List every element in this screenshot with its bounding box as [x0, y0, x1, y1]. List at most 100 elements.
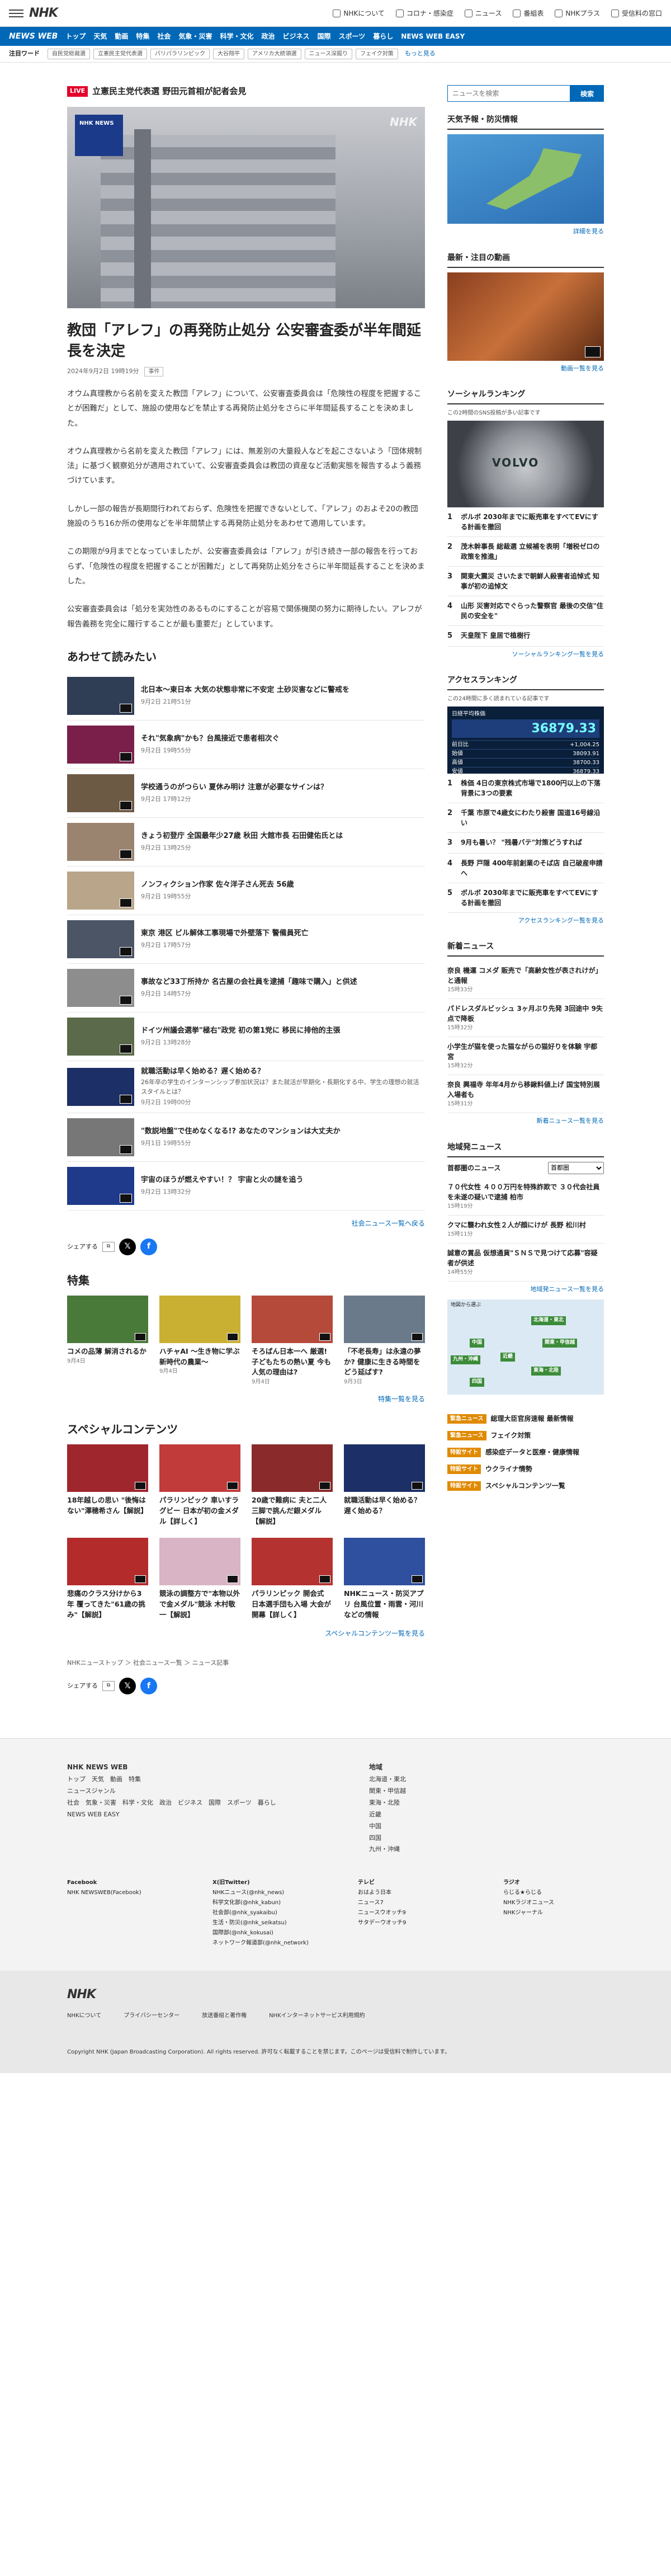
stock-image[interactable]: 日経平均株価 36879.33 前日比 +1,004.25 始値 38093.91 高値…: [447, 707, 604, 775]
ranking-item[interactable]: 5 ボルボ 2030年までに販売車をすべてEVにする計画を撤回: [447, 883, 604, 913]
footer-social-link[interactable]: NHK NEWSWEB(Facebook): [67, 1888, 179, 1898]
promo-item[interactable]: 特設サイト ウクライナ情勢: [447, 1461, 604, 1477]
footer-region-link[interactable]: 近畿: [369, 1809, 604, 1821]
special-more-link[interactable]: スペシャルコンテンツ一覧を見る: [67, 1628, 425, 1638]
footer-link[interactable]: 社会 気象・災害 科学・文化 政治 ビジネス 国際 スポーツ 暮らし: [67, 1797, 336, 1809]
content-card[interactable]: ハチャAI ～生き物に学ぶ新時代の農業～ 9月4日: [159, 1295, 240, 1386]
nav-video[interactable]: 動画: [115, 31, 128, 41]
breadcrumb-item[interactable]: NHKニューストップ: [67, 1659, 123, 1666]
region-button[interactable]: 九州・沖縄: [451, 1355, 481, 1364]
footer-social-link[interactable]: ニュースウオッチ9: [358, 1908, 470, 1918]
content-card[interactable]: 20歳で難病に 夫と二人三脚で挑んだ銀メダル【解説】: [252, 1444, 333, 1527]
feature-more-link[interactable]: 特集一覧を見る: [67, 1394, 425, 1404]
keyword-chip[interactable]: フェイク対策: [356, 49, 398, 59]
content-card[interactable]: NHKニュース・防災アプリ 台風位置・雨雲・河川などの情報: [344, 1538, 425, 1620]
footer-bottom-link[interactable]: 放送番組と著作権: [202, 2012, 247, 2020]
footer-bottom-link[interactable]: プライバシーセンター: [124, 2012, 179, 2020]
related-item[interactable]: きょう初登庁 全国最年少27歳 秋田 大館市長 石田健佑氏とは 9月2日 13時2…: [67, 818, 425, 866]
keyword-chip[interactable]: 自民党総裁選: [48, 49, 90, 59]
related-item[interactable]: それ"気象病"かも？台風接近で患者相次ぐ 9月2日 19時55分: [67, 720, 425, 769]
region-button[interactable]: 近畿: [500, 1353, 516, 1362]
ranking-item[interactable]: 5 天皇陛下 皇居で植樹行: [447, 626, 604, 647]
ranking-item[interactable]: 1 ボルボ 2030年までに販売車をすべてEVにする計画を撤回: [447, 507, 604, 537]
related-item[interactable]: ドイツ州議会選挙"極右"政党 初の第1党に 移民に排他的主張 9月2日 13時28…: [67, 1012, 425, 1061]
footer-social-link[interactable]: 社会部(@nhk_syakaibu): [212, 1908, 324, 1918]
ranking-item[interactable]: 3 関東大震災 さいたまで朝鮮人殺害者追悼式 知事が初の追悼文: [447, 567, 604, 596]
search-input[interactable]: [447, 85, 570, 102]
ranking-item[interactable]: 4 長野 戸隠 400年前創業のそば店 自己破産申請へ: [447, 854, 604, 883]
region-button[interactable]: 関東・甲信越: [542, 1339, 578, 1348]
footer-link[interactable]: NEWS WEB EASY: [67, 1809, 336, 1821]
ranking-item[interactable]: 1 株価 4日の東京株式市場で1800円以上の下落 背景に3つの要素: [447, 774, 604, 803]
ranking-image[interactable]: VOLVO: [447, 421, 604, 507]
nav-politics[interactable]: 政治: [261, 31, 275, 41]
related-item[interactable]: ノンフィクション作家 佐々洋子さん死去 56歳 9月2日 19時55分: [67, 866, 425, 915]
footer-social-link[interactable]: サタデーウオッチ9: [358, 1918, 470, 1928]
footer-region-link[interactable]: 東海・北陸: [369, 1797, 604, 1809]
link-icon[interactable]: ⧉: [102, 1681, 115, 1692]
content-card[interactable]: 就職活動は早く始める？遅く始める？: [344, 1444, 425, 1527]
nav-world[interactable]: 国際: [318, 31, 331, 41]
footer-region-link[interactable]: 北海道・東北: [369, 1774, 604, 1786]
news-item[interactable]: パドレスダルビッシュ 3ヶ月ぶり先発 3回途中 9失点で降板 15時32分: [447, 999, 604, 1037]
local-more-link[interactable]: 地域発ニュース一覧を見る: [447, 1285, 604, 1294]
content-card[interactable]: コメの品薄 解消されるか 9月4日: [67, 1295, 148, 1386]
news-item[interactable]: 奈良 興福寺 年年4月から移鍬料値上げ 国宝特別展入場者も 15時31分: [447, 1075, 604, 1113]
related-item[interactable]: 東京 港区 ビル解体工事現場で外壁落下 警備員死亡 9月2日 17時57分: [67, 915, 425, 964]
region-button[interactable]: 東海・北陸: [531, 1367, 561, 1376]
news-item[interactable]: 小学生が猫を使った猫ながらの猫好りを体験 宇都宮 15時32分: [447, 1037, 604, 1075]
ranking-item[interactable]: 2 茂木幹事長 総裁選 立候補を表明「増税ゼロの政策を推進」: [447, 537, 604, 567]
nav-sports[interactable]: スポーツ: [339, 31, 366, 41]
region-button[interactable]: 北海道・東北: [531, 1316, 566, 1325]
footer-social-link[interactable]: 生活・防災(@nhk_seikatsu): [212, 1918, 324, 1928]
content-card[interactable]: パラリンピック 開会式 日本選手団も入場 大会が開幕【詳しく】: [252, 1538, 333, 1620]
header-link-fee[interactable]: 受信料の窓口: [611, 8, 662, 18]
video-thumbnail[interactable]: [447, 272, 604, 361]
footer-col1-title[interactable]: NHK NEWS WEB: [67, 1763, 127, 1771]
nav-disaster[interactable]: 気象・災害: [178, 31, 212, 41]
nav-society[interactable]: 社会: [157, 31, 171, 41]
search-button[interactable]: 検索: [570, 85, 604, 102]
region-button[interactable]: 四国: [470, 1378, 485, 1387]
region-select[interactable]: 首都圏: [548, 1161, 604, 1174]
footer-social-link[interactable]: らじる★らじる: [503, 1888, 615, 1898]
x-icon[interactable]: 𝕏: [119, 1678, 136, 1695]
footer-link[interactable]: ニュースジャンル: [67, 1786, 336, 1797]
keyword-chip[interactable]: 大谷翔平: [213, 49, 244, 59]
keyword-chip[interactable]: 立憲民主党代表選: [93, 49, 147, 59]
facebook-icon[interactable]: f: [140, 1238, 157, 1255]
related-item[interactable]: 学校通うのがつらい 夏休み明け 注意が必要なサインは？ 9月2日 17時12分: [67, 769, 425, 818]
content-card[interactable]: 「不老長寿」は永遠の夢か? 健康に生きる時間をどう延ばす? 9月3日: [344, 1295, 425, 1386]
content-card[interactable]: 18年越しの思い "後悔はない"澤穂希さん【解説】: [67, 1444, 148, 1527]
content-card[interactable]: パラリンピック 車いすラグビー 日本が初の金メダル【詳しく】: [159, 1444, 240, 1527]
weather-map[interactable]: [447, 134, 604, 224]
related-item[interactable]: 就職活動は早く始める？遅く始める？ 26年卒の学生のインターンシップ参加状況は？ま…: [67, 1061, 425, 1113]
weather-more-link[interactable]: 詳細を見る: [447, 227, 604, 237]
footer-region-link[interactable]: 中国: [369, 1821, 604, 1833]
related-item[interactable]: 事故など33丁所持か 名古屋の会社員を逮捕「趣味で購入」と供述 9月2日 14時5…: [67, 964, 425, 1012]
nav-weather[interactable]: 天気: [93, 31, 107, 41]
footer-logo[interactable]: NHK: [67, 1988, 604, 2002]
access-more-link[interactable]: アクセスランキング一覧を見る: [447, 916, 604, 926]
news-item[interactable]: 誠意の賞品 仮想通貨"ＳＮＳで見つけて応募"容疑者が供述 14時55分: [447, 1244, 604, 1282]
header-link-covid[interactable]: コロナ・感染症: [395, 8, 453, 18]
footer-social-link[interactable]: 国際部(@nhk_kokusai): [212, 1928, 324, 1938]
footer-social-link[interactable]: 科学文化部(@nhk_kabun): [212, 1898, 324, 1908]
content-card[interactable]: 悲痛のクラス分けから3年 覆ってきた"61歳の挑み"【解説】: [67, 1538, 148, 1620]
latest-more-link[interactable]: 新着ニュース一覧を見る: [447, 1117, 604, 1126]
promo-item[interactable]: 緊急ニュース 総理大臣官房速報 最新情報: [447, 1410, 604, 1427]
content-card[interactable]: そろばん日本一へ 厳選!子どもたちの熱い夏 今も人気の理由は? 9月4日: [252, 1295, 333, 1386]
keyword-chip[interactable]: ニュース深掘り: [304, 49, 352, 59]
footer-region-link[interactable]: 九州・沖縄: [369, 1844, 604, 1856]
news-item[interactable]: 奈良 機運 コメダ 販売で「高齢女性が表されけが」と通報 15時33分: [447, 961, 604, 999]
nav-business[interactable]: ビジネス: [282, 31, 309, 41]
footer-region-link[interactable]: 関東・甲信越: [369, 1786, 604, 1797]
related-more-link[interactable]: 社会ニュース一覧へ戻る: [67, 1218, 425, 1228]
related-item[interactable]: 宇宙のほうが燃えやすい！？ 宇宙と火の謎を追う 9月2日 13時32分: [67, 1162, 425, 1211]
facebook-icon[interactable]: f: [140, 1678, 157, 1695]
promo-item[interactable]: 緊急ニュース フェイク対策: [447, 1427, 604, 1444]
ranking-item[interactable]: 2 千葉 市原で4歳女にわたり殺害 国道16号線沿い: [447, 803, 604, 833]
news-item[interactable]: クマに襲われ女性２人が顔にけが 長野 松川村 15時11分: [447, 1216, 604, 1244]
header-link-news[interactable]: ニュース: [464, 8, 502, 18]
nav-easy[interactable]: NEWS WEB EASY: [401, 31, 465, 41]
